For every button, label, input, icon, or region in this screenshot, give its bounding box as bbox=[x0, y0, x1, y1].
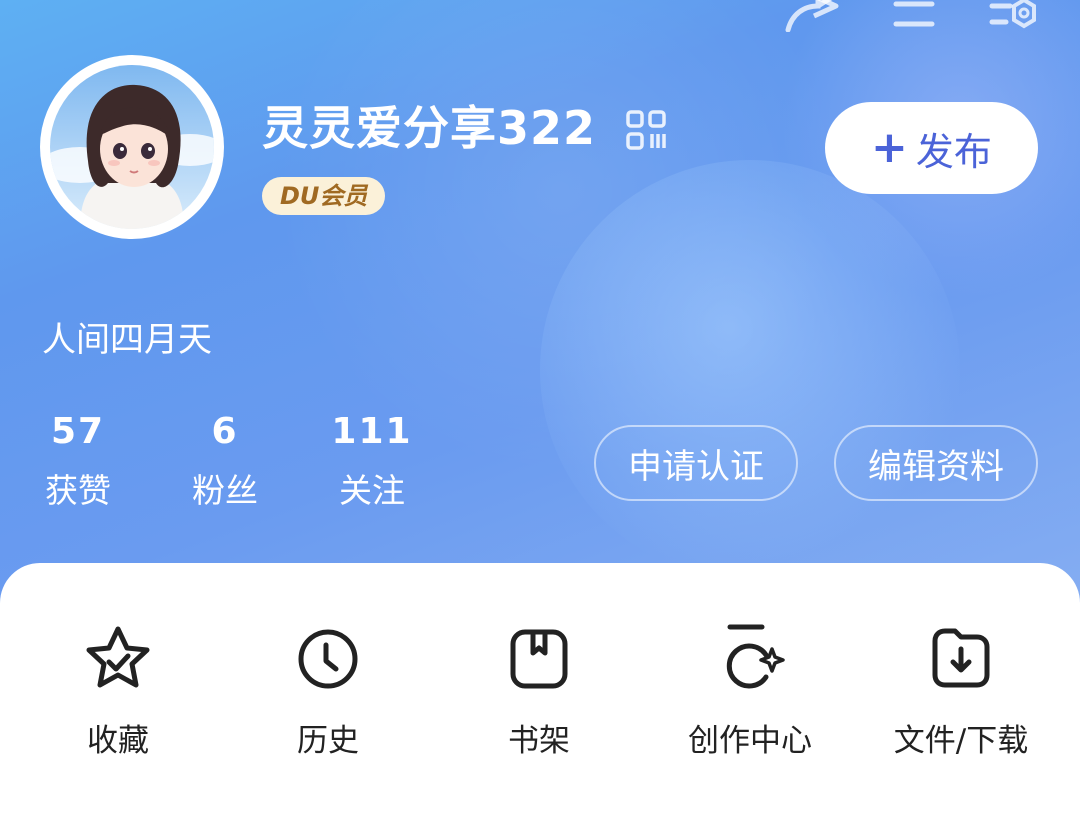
stat-value: 111 bbox=[331, 411, 413, 452]
settings-icon[interactable] bbox=[988, 0, 1040, 32]
menu-item-history[interactable]: 历史 bbox=[228, 619, 428, 761]
qr-code-icon[interactable] bbox=[626, 110, 666, 154]
menu-panel: 收藏 历史 书架 创作中心 文件/下载 bbox=[0, 563, 1080, 825]
plus-icon: + bbox=[871, 122, 908, 173]
top-toolbar bbox=[784, 0, 1040, 34]
menu-item-files-downloads[interactable]: 文件/下载 bbox=[861, 619, 1061, 761]
publish-label: 发布 bbox=[915, 129, 992, 174]
stat-value: 6 bbox=[211, 411, 239, 452]
avatar-image bbox=[50, 65, 214, 229]
username: 灵灵爱分享322 bbox=[262, 101, 597, 155]
stat-value: 57 bbox=[50, 411, 106, 452]
stat-fans[interactable]: 6 粉丝 bbox=[165, 410, 285, 514]
stat-label: 粉丝 bbox=[192, 471, 258, 510]
menu-item-bookshelf[interactable]: 书架 bbox=[439, 619, 639, 761]
sparkle-icon bbox=[726, 624, 785, 689]
star-check-icon bbox=[86, 626, 150, 688]
stat-label: 获赞 bbox=[45, 471, 111, 510]
menu-label: 文件/下载 bbox=[893, 723, 1029, 759]
clock-icon bbox=[298, 629, 358, 689]
menu-item-favorites[interactable]: 收藏 bbox=[18, 619, 218, 761]
menu-label: 收藏 bbox=[87, 723, 149, 759]
bookmark-box-icon bbox=[510, 629, 568, 689]
menu-label: 书架 bbox=[508, 723, 570, 759]
profile-header: 灵灵爱分享322 DU会员 + 发布 人间四月天 57 获赞 6 粉丝 111 … bbox=[0, 0, 1080, 620]
stat-likes[interactable]: 57 获赞 bbox=[18, 410, 138, 514]
avatar[interactable] bbox=[40, 55, 224, 239]
stat-following[interactable]: 111 关注 bbox=[312, 410, 432, 514]
folder-download-icon bbox=[932, 628, 990, 688]
apply-verification-button[interactable]: 申请认证 bbox=[594, 425, 798, 501]
menu-label: 创作中心 bbox=[688, 723, 812, 759]
share-icon[interactable] bbox=[784, 0, 840, 32]
stat-label: 关注 bbox=[339, 471, 405, 510]
bio-text: 人间四月天 bbox=[42, 320, 212, 360]
menu-icon[interactable] bbox=[892, 0, 936, 32]
edit-profile-button[interactable]: 编辑资料 bbox=[834, 425, 1038, 501]
publish-button[interactable]: + 发布 bbox=[825, 102, 1038, 194]
menu-item-creator-center[interactable]: 创作中心 bbox=[650, 619, 850, 761]
menu-label: 历史 bbox=[297, 723, 359, 759]
membership-badge[interactable]: DU会员 bbox=[262, 177, 386, 215]
